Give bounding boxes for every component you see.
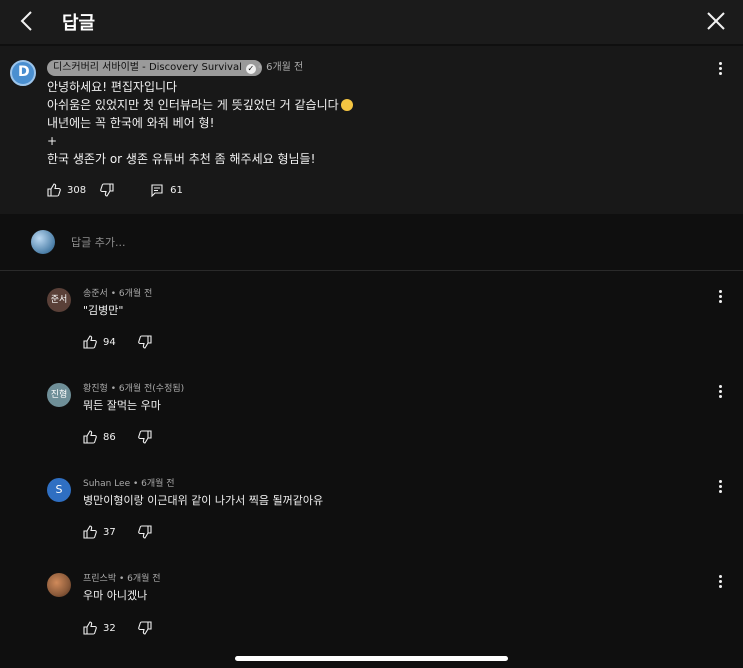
verified-check-icon: ✓ <box>245 64 256 74</box>
comment-timestamp: • 6개월 전 <box>257 62 304 73</box>
thumbs-up-icon[interactable] <box>83 621 97 635</box>
thumbs-down-icon[interactable] <box>137 525 152 539</box>
reply-text: 우마 아니겠나 <box>83 589 148 602</box>
more-options-icon[interactable] <box>710 288 730 308</box>
more-options-icon[interactable] <box>710 478 730 498</box>
reply-meta: 프린스박 • 6개월 전 <box>83 574 161 584</box>
reply-item: 준서 송준서 • 6개월 전 "김병만" 94 <box>0 288 743 383</box>
comment-actions: 308 61 <box>47 181 183 199</box>
thinking-emoji-icon <box>340 99 353 111</box>
reply-text: 뭐든 잘먹는 우마 <box>83 399 161 412</box>
reply-actions: 37 <box>83 523 152 541</box>
avatar[interactable] <box>47 573 71 597</box>
avatar[interactable]: 준서 <box>47 288 71 312</box>
like-count: 86 <box>103 431 116 443</box>
header-bar: 답글 <box>0 0 743 44</box>
avatar[interactable]: S <box>47 478 71 502</box>
thumbs-down-icon[interactable] <box>100 183 114 197</box>
reply-item: 프린스박 • 6개월 전 우마 아니겠나 32 <box>0 573 743 668</box>
reply-text: "김병만" <box>83 304 124 317</box>
more-options-icon[interactable] <box>710 60 730 80</box>
thumbs-up-icon[interactable] <box>83 430 97 444</box>
reply-meta: 송준서 • 6개월 전 <box>83 289 153 299</box>
reply-item: 진형 황진형 • 6개월 전(수정됨) 뭐든 잘먹는 우마 86 <box>0 383 743 478</box>
top-comment: 디스커버리 서바이벌 - Discovery Survival✓ • 6개월 전… <box>0 46 743 214</box>
comment-line: 한국 생존가 or 생존 유튜버 추천 좀 해주세요 형님들! <box>47 152 316 166</box>
home-indicator <box>235 656 508 661</box>
add-reply-input[interactable]: 답글 추가... <box>71 234 125 250</box>
back-arrow-icon[interactable] <box>14 8 40 34</box>
page-title: 답글 <box>62 13 96 34</box>
thumbs-down-icon[interactable] <box>137 335 152 349</box>
like-count: 32 <box>103 622 116 634</box>
reply-meta: Suhan Lee • 6개월 전 <box>83 479 175 489</box>
thumbs-down-icon[interactable] <box>137 621 152 635</box>
add-reply-row: 답글 추가... <box>0 214 743 271</box>
comment-line: 내년에는 꼭 한국에 와줘 베어 형! <box>47 116 215 130</box>
close-icon[interactable] <box>703 8 729 34</box>
thumbs-up-icon[interactable] <box>83 335 97 349</box>
like-count: 37 <box>103 526 116 538</box>
reply-icon[interactable] <box>150 183 164 197</box>
reply-actions: 32 <box>83 619 152 637</box>
reply-item: S Suhan Lee • 6개월 전 병만이형이랑 이근대위 같이 나가서 찍… <box>0 478 743 573</box>
comment-body: 안녕하세요! 편집자입니다 아쉬움은 있었지만 첫 인터뷰라는 게 뜻깊었던 거… <box>47 78 667 168</box>
comment-line-text: 아쉬움은 있었지만 첫 인터뷰라는 게 뜻깊었던 거 같습니다 <box>47 98 339 112</box>
reply-actions: 94 <box>83 333 152 351</box>
reply-count: 61 <box>170 184 183 196</box>
more-options-icon[interactable] <box>710 383 730 403</box>
like-count: 308 <box>67 184 87 196</box>
reply-text: 병만이형이랑 이근대위 같이 나가서 찍음 될꺼같아유 <box>83 494 324 507</box>
more-options-icon[interactable] <box>710 573 730 593</box>
thumbs-up-icon[interactable] <box>83 525 97 539</box>
thumbs-down-icon[interactable] <box>137 430 152 444</box>
channel-name-badge[interactable]: 디스커버리 서바이벌 - Discovery Survival ✓ <box>47 60 262 76</box>
channel-name: 디스커버리 서바이벌 - Discovery Survival <box>53 62 242 73</box>
comment-line: + <box>47 134 58 148</box>
thumbs-up-icon[interactable] <box>47 183 61 197</box>
reply-actions: 86 <box>83 428 152 446</box>
channel-avatar[interactable] <box>10 60 36 86</box>
comment-line: 안녕하세요! 편집자입니다 <box>47 80 178 94</box>
avatar[interactable]: 진형 <box>47 383 71 407</box>
user-avatar <box>31 230 55 254</box>
like-count: 94 <box>103 336 116 348</box>
reply-meta: 황진형 • 6개월 전(수정됨) <box>83 384 185 394</box>
comment-line: 아쉬움은 있었지만 첫 인터뷰라는 게 뜻깊었던 거 같습니다 <box>47 96 667 114</box>
